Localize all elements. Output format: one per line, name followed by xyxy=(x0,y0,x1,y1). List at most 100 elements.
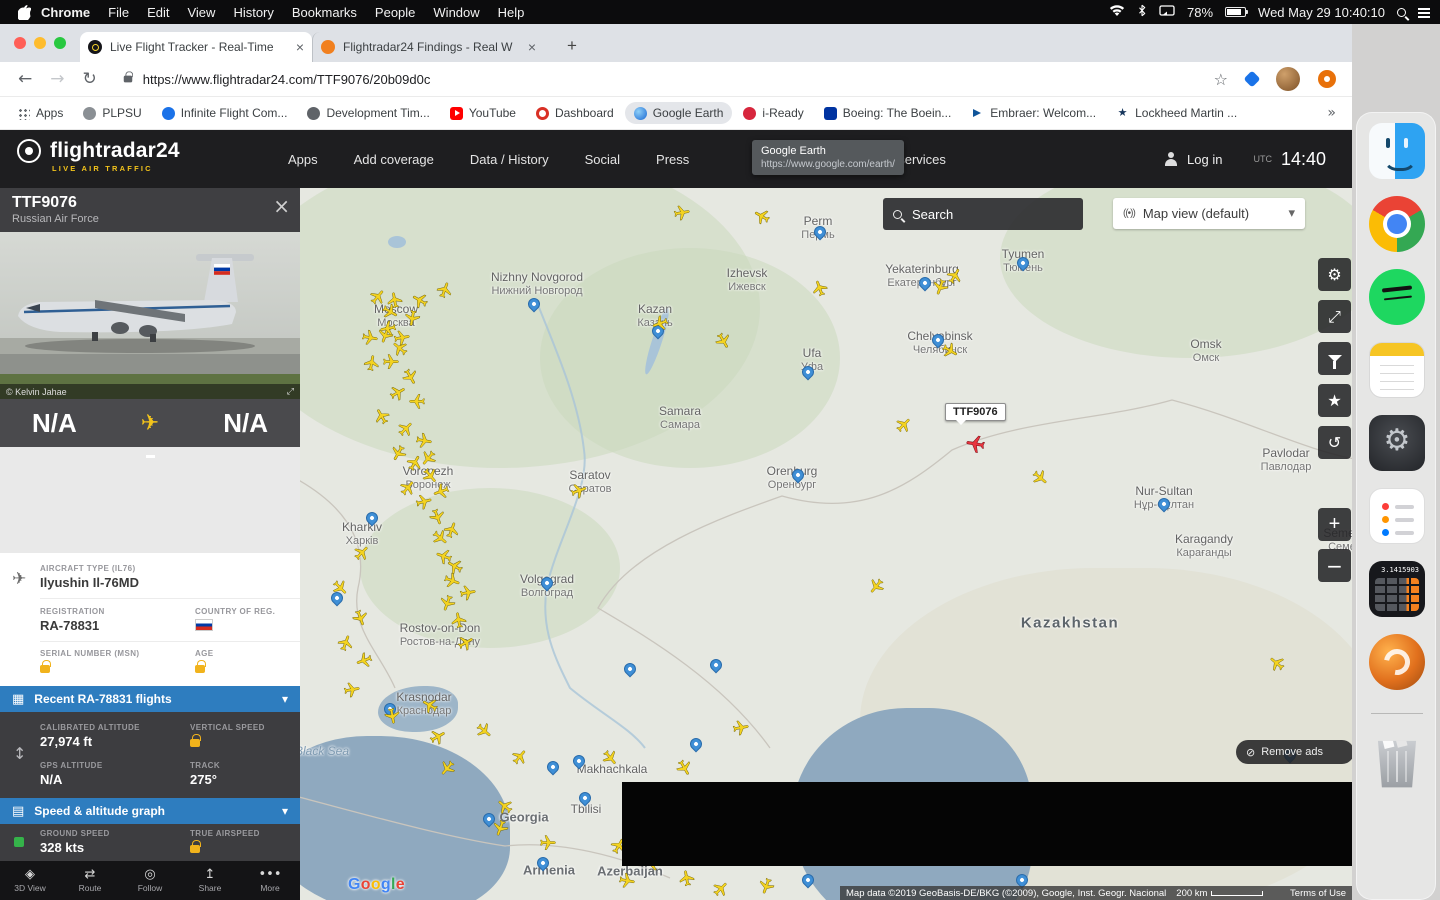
map-view-selector[interactable]: ((•)) Map view (default) ▾ xyxy=(1113,198,1305,229)
fr24-logo[interactable]: flightradar24 LIVE AIR TRAFFIC xyxy=(16,138,180,173)
spotlight-icon[interactable] xyxy=(1397,7,1406,17)
chrome-dock-icon[interactable] xyxy=(1369,196,1425,252)
map-fullscreen-button[interactable]: ⤢ xyxy=(1318,300,1351,333)
aircraft-icon[interactable] xyxy=(360,328,381,349)
new-tab-button[interactable]: + xyxy=(560,34,584,58)
window-close-button[interactable] xyxy=(14,37,26,49)
map-settings-button[interactable]: ⚙ xyxy=(1318,258,1351,291)
wifi-icon[interactable] xyxy=(1109,4,1125,20)
aircraft-icon[interactable] xyxy=(382,706,403,727)
toolbar-more[interactable]: ••• More xyxy=(240,861,300,900)
fr24-nav-data-history[interactable]: Data / History xyxy=(470,152,549,167)
extension-icon-2[interactable] xyxy=(1318,70,1336,88)
login-button[interactable]: Log in xyxy=(1187,152,1222,167)
finder-dock-icon[interactable] xyxy=(1369,123,1425,179)
utility-dock-icon[interactable] xyxy=(1369,415,1425,471)
bookmark-iready[interactable]: i-Ready xyxy=(734,102,812,124)
map-filter-button[interactable] xyxy=(1318,342,1351,375)
toolbar-3d-view[interactable]: ◈ 3D View xyxy=(0,861,60,900)
selected-aircraft-icon[interactable] xyxy=(963,431,987,455)
aircraft-icon[interactable] xyxy=(382,353,400,371)
3d-app-dock-icon[interactable] xyxy=(1369,634,1425,690)
extension-icon[interactable] xyxy=(1243,70,1261,88)
toolbar-route[interactable]: ⇄ Route xyxy=(60,861,120,900)
calculator-dock-icon[interactable]: 3.1415903 xyxy=(1369,561,1425,617)
menubar-item-history[interactable]: History xyxy=(233,5,273,20)
toolbar-share[interactable]: ↥ Share xyxy=(180,861,240,900)
back-button[interactable]: ← xyxy=(18,69,32,89)
profile-avatar[interactable] xyxy=(1276,67,1300,91)
aircraft-icon[interactable] xyxy=(342,680,363,701)
window-minimize-button[interactable] xyxy=(34,37,46,49)
bookmark-youtube[interactable]: YouTube xyxy=(441,102,525,124)
aircraft-icon[interactable] xyxy=(362,353,383,374)
aircraft-icon[interactable] xyxy=(449,610,470,631)
active-app-name[interactable]: Chrome xyxy=(41,5,90,20)
bookmark-boeing[interactable]: Boeing: The Boein... xyxy=(815,102,961,124)
browser-tab[interactable]: Live Flight Tracker - Real-Time × xyxy=(80,32,312,62)
bookmark-embraer[interactable]: Embraer: Welcom... xyxy=(962,102,1105,124)
close-panel-button[interactable]: × xyxy=(273,194,290,218)
fr24-nav-press[interactable]: Press xyxy=(656,152,689,167)
fr24-nav-add-coverage[interactable]: Add coverage xyxy=(354,152,434,167)
aircraft-icon[interactable] xyxy=(402,308,423,329)
forward-button[interactable]: → xyxy=(50,69,64,89)
bookmark-if[interactable]: Infinite Flight Com... xyxy=(153,102,297,124)
trash-dock-icon[interactable] xyxy=(1377,740,1417,788)
tab-close-icon[interactable]: × xyxy=(528,40,536,54)
reload-button[interactable]: ↻ xyxy=(83,69,97,89)
display-mirroring-icon[interactable] xyxy=(1159,4,1175,20)
window-zoom-button[interactable] xyxy=(54,37,66,49)
speed-graph-section-header[interactable]: ▤ Speed & altitude graph ▾ xyxy=(0,798,300,824)
zoom-out-button[interactable]: − xyxy=(1318,549,1351,582)
aircraft-icon[interactable] xyxy=(408,392,426,410)
terms-link[interactable]: Terms of Use xyxy=(1290,888,1346,899)
bookmarks-overflow-chevron[interactable]: » xyxy=(1327,105,1336,121)
bookmark-dashboard[interactable]: Dashboard xyxy=(527,102,623,124)
aircraft-icon[interactable] xyxy=(672,203,693,224)
bookmark-infinity[interactable]: Development Tim... xyxy=(298,102,438,124)
fr24-nav-social[interactable]: Social xyxy=(585,152,620,167)
menubar-item-help[interactable]: Help xyxy=(498,5,525,20)
toolbar-follow[interactable]: ◎ Follow xyxy=(120,861,180,900)
aircraft-icon[interactable] xyxy=(458,583,479,604)
remove-ads-button[interactable]: ⊘ Remove ads xyxy=(1236,740,1352,764)
map-history-button[interactable]: ↺ xyxy=(1318,426,1351,459)
aircraft-icon[interactable] xyxy=(617,871,638,892)
bookmark-star-icon[interactable]: ☆ xyxy=(1214,70,1228,89)
menubar-item-bookmarks[interactable]: Bookmarks xyxy=(292,5,357,20)
selected-flight-label[interactable]: TTF9076 xyxy=(945,403,1006,425)
aircraft-icon[interactable] xyxy=(385,290,406,311)
zoom-in-button[interactable]: + xyxy=(1318,508,1351,541)
aircraft-icon[interactable] xyxy=(731,718,752,739)
menubar-item-file[interactable]: File xyxy=(108,5,129,20)
aircraft-icon[interactable] xyxy=(539,834,557,852)
recent-flights-section-header[interactable]: ▦ Recent RA-78831 flights ▾ xyxy=(0,686,300,712)
menubar-item-view[interactable]: View xyxy=(187,5,215,20)
bookmark-earth[interactable]: Google Earth xyxy=(624,102,733,124)
bluetooth-icon[interactable] xyxy=(1137,4,1147,20)
https-padlock-icon[interactable] xyxy=(123,71,133,83)
apple-menu-icon[interactable] xyxy=(18,4,31,20)
spotify-dock-icon[interactable] xyxy=(1369,269,1425,325)
tab-close-icon[interactable]: × xyxy=(296,40,304,54)
map-search[interactable]: Search xyxy=(883,198,1083,230)
url-field[interactable]: https://www.flightradar24.com/TTF9076/20… xyxy=(143,72,431,87)
menubar-item-people[interactable]: People xyxy=(375,5,415,20)
expand-photo-icon[interactable]: ⤢ xyxy=(287,387,294,397)
reminders-dock-icon[interactable] xyxy=(1369,488,1425,544)
bookmark-apps[interactable]: Apps xyxy=(8,102,72,124)
aircraft-icon[interactable] xyxy=(677,868,698,889)
aircraft-icon[interactable] xyxy=(378,318,399,339)
menubar-item-window[interactable]: Window xyxy=(433,5,479,20)
notes-dock-icon[interactable] xyxy=(1369,342,1425,398)
bookmark-lockheed[interactable]: ★ Lockheed Martin ... xyxy=(1107,102,1246,124)
browser-tab[interactable]: Flightradar24 Findings - Real W × xyxy=(312,32,544,62)
bookmark-globe[interactable]: PLPSU xyxy=(74,102,150,124)
notification-center-icon[interactable] xyxy=(1418,7,1430,17)
menu-clock[interactable]: Wed May 29 10:40:10 xyxy=(1258,5,1385,20)
flight-map[interactable]: Moscow Москва Nizhny Novgorod Нижний Новгор… xyxy=(300,188,1352,900)
fr24-nav-apps[interactable]: Apps xyxy=(288,152,318,167)
map-favorites-button[interactable]: ★ xyxy=(1318,384,1351,417)
menubar-item-edit[interactable]: Edit xyxy=(147,5,169,20)
